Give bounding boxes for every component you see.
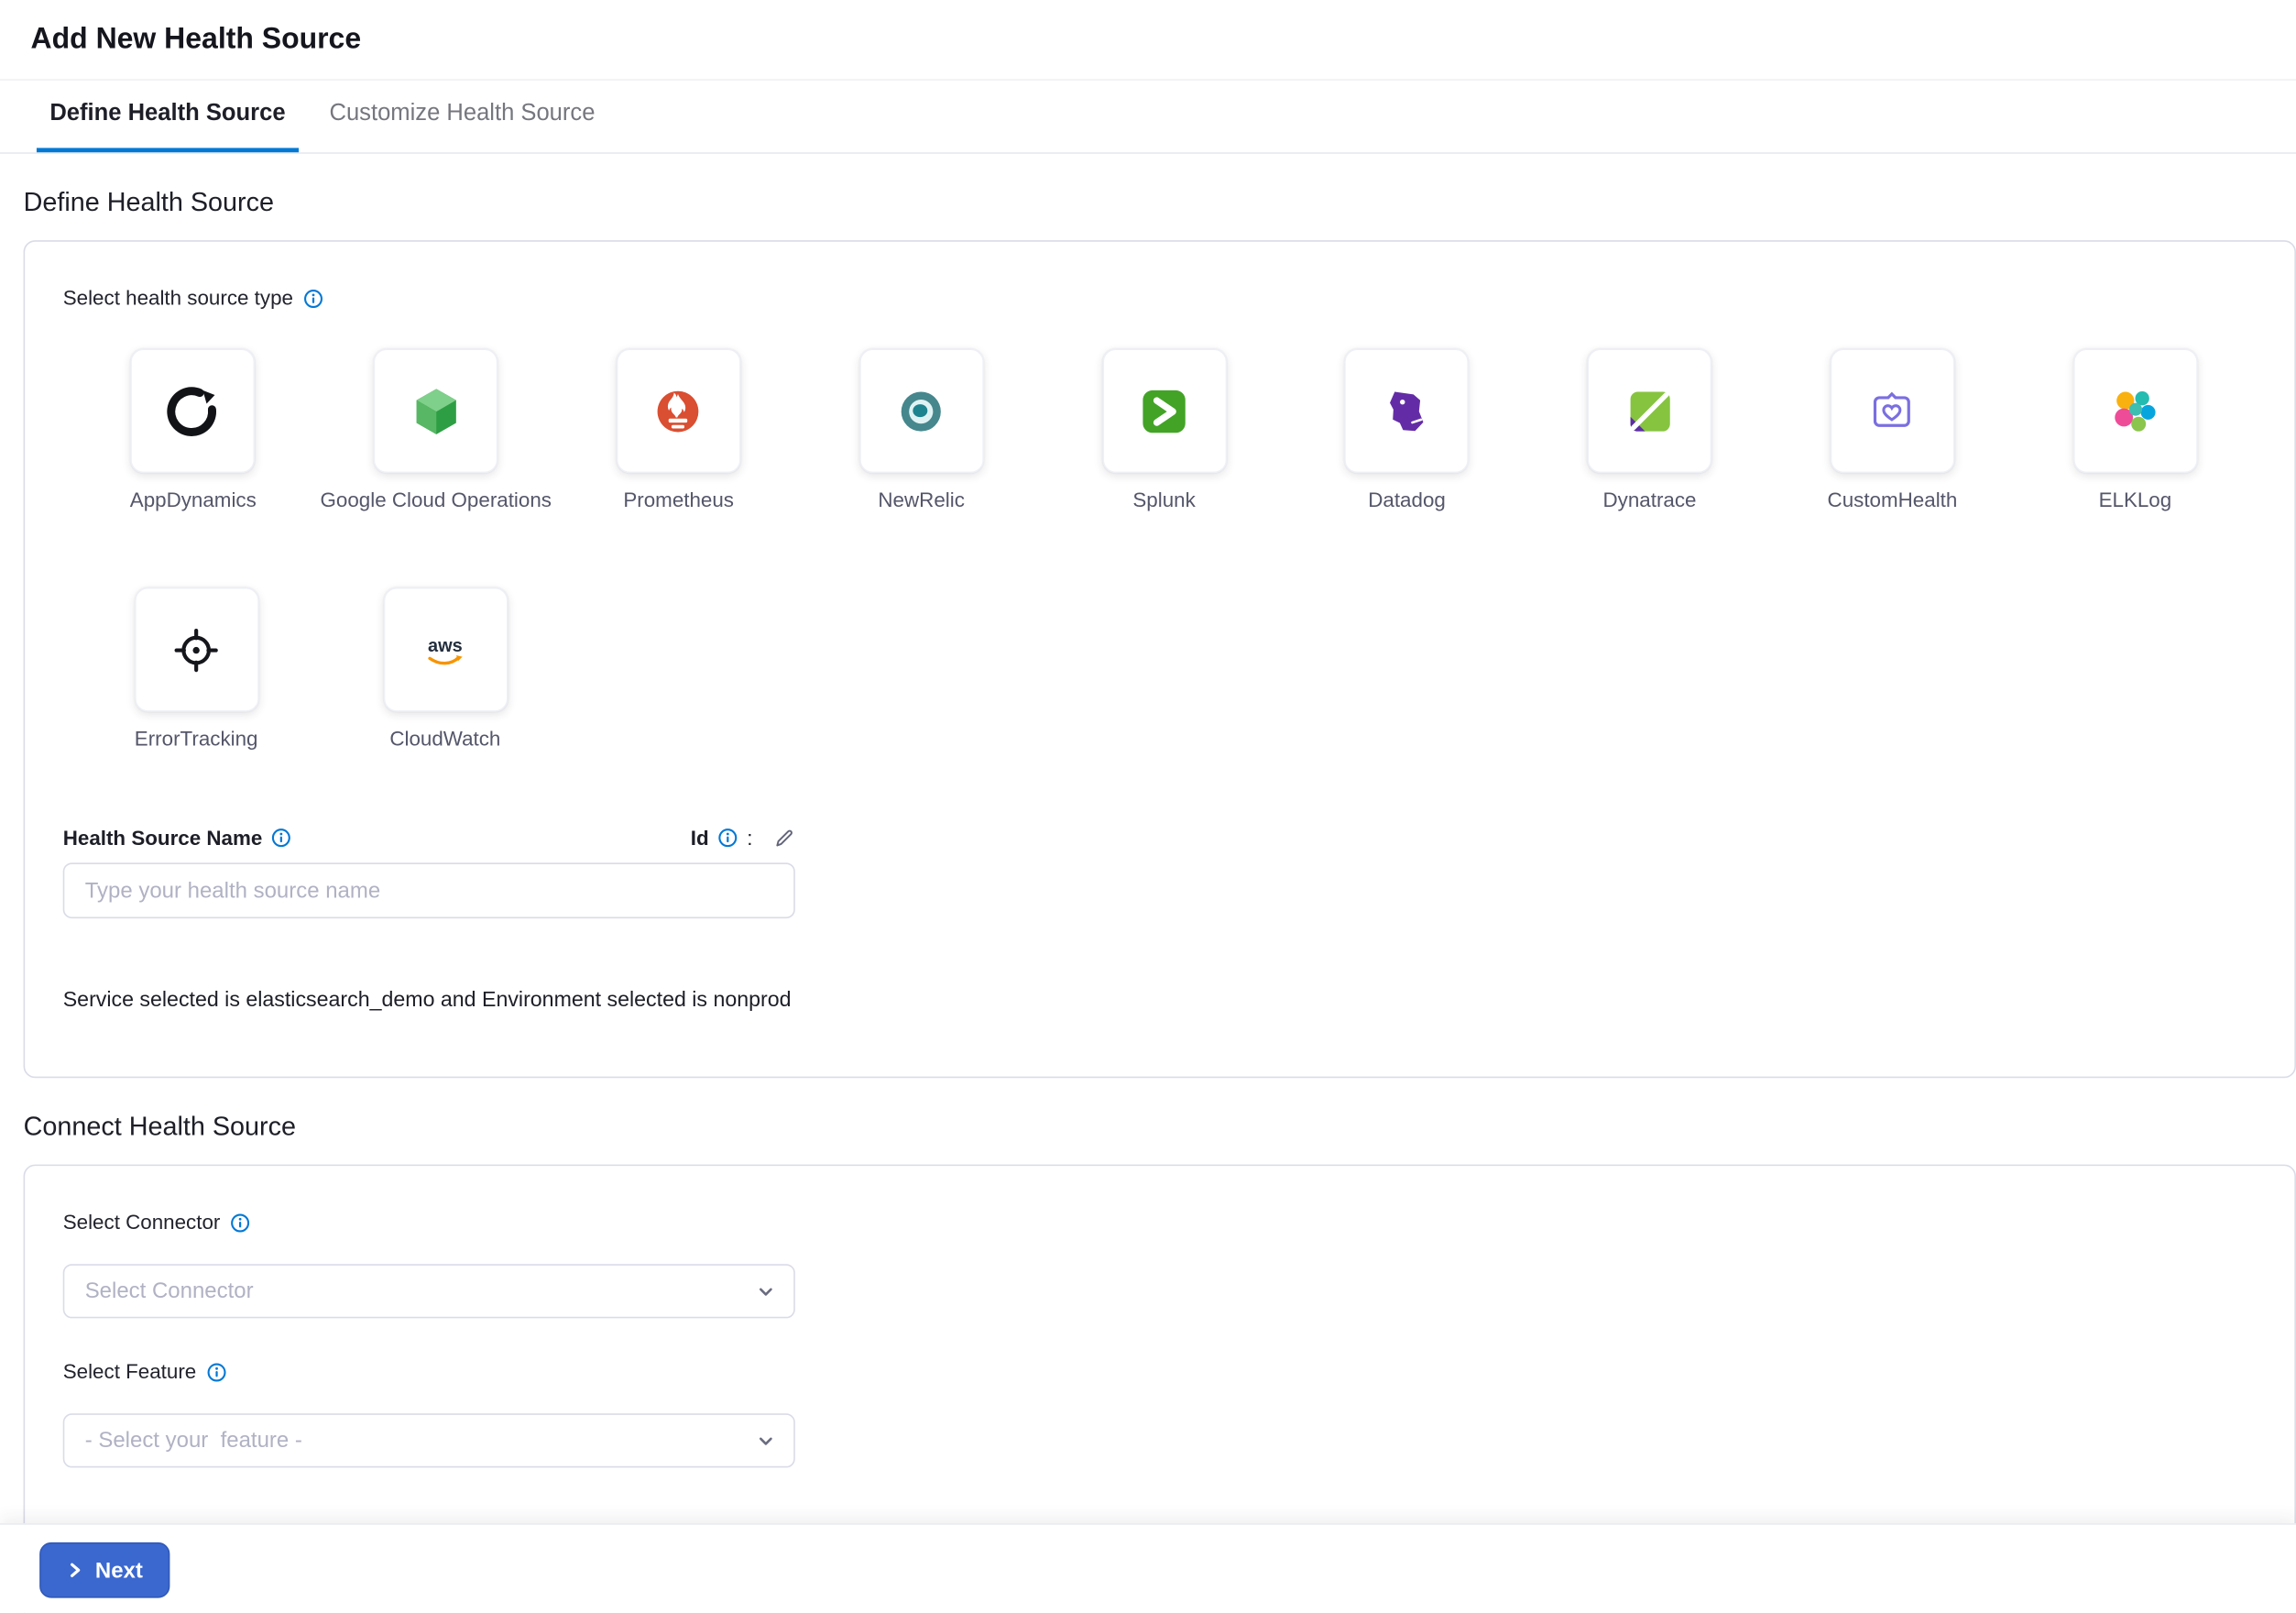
svg-text:aws: aws xyxy=(428,636,463,656)
selection-note: Service selected is elasticsearch_demo a… xyxy=(63,989,2257,1013)
source-type-grid-row-2: ErrorTracking aws CloudWatch xyxy=(71,587,2257,751)
source-type-label: Select health source type xyxy=(63,286,293,311)
add-health-source-dialog: Add New Health Source Define Health Sour… xyxy=(0,0,2296,1613)
tile-label: AppDynamics xyxy=(130,488,257,511)
splunk-icon xyxy=(1102,348,1227,473)
health-source-tile-dynatrace[interactable]: Dynatrace xyxy=(1528,348,1771,511)
tile-label: ELKLog xyxy=(2099,488,2172,511)
next-button[interactable]: Next xyxy=(39,1542,169,1598)
health-source-tile-errortracking[interactable]: ErrorTracking xyxy=(71,587,321,751)
tab-customize-health-source[interactable]: Customize Health Source xyxy=(316,81,608,152)
info-icon[interactable] xyxy=(231,1212,251,1233)
datadog-icon xyxy=(1345,348,1470,473)
health-source-tile-appdynamics[interactable]: AppDynamics xyxy=(71,348,314,511)
health-source-tile-google-cloud-operations[interactable]: Google Cloud Operations xyxy=(314,348,557,511)
errortracking-icon xyxy=(134,587,258,712)
info-icon[interactable] xyxy=(303,288,323,308)
select-feature-label: Select Feature xyxy=(63,1359,197,1384)
health-source-tile-datadog[interactable]: Datadog xyxy=(1285,348,1528,511)
health-source-tile-cloudwatch[interactable]: aws CloudWatch xyxy=(321,587,570,751)
tile-label: Datadog xyxy=(1368,488,1446,511)
tab-bar: Define Health Source Customize Health So… xyxy=(0,81,2296,154)
newrelic-icon xyxy=(859,348,984,473)
tile-label: CloudWatch xyxy=(389,727,500,751)
define-health-source-card: Select health source type AppDynamics xyxy=(24,240,2296,1078)
edit-pencil-icon[interactable] xyxy=(773,827,795,849)
health-source-name-row: Health Source Name Id : xyxy=(63,827,795,850)
connector-select[interactable] xyxy=(63,1264,795,1318)
prometheus-icon xyxy=(617,348,741,473)
tile-label: Splunk xyxy=(1132,488,1195,511)
source-type-grid-row-1: AppDynamics Google Cloud Operations Prom… xyxy=(71,348,2257,511)
feature-select[interactable] xyxy=(63,1413,795,1467)
dialog-footer: Next xyxy=(0,1523,2296,1612)
select-connector-label: Select Connector xyxy=(63,1210,221,1234)
health-source-name-label: Health Source Name xyxy=(63,827,263,850)
feature-select-input[interactable] xyxy=(63,1413,795,1467)
tile-label: NewRelic xyxy=(878,488,964,511)
health-source-tile-prometheus[interactable]: Prometheus xyxy=(557,348,800,511)
info-icon[interactable] xyxy=(717,828,738,848)
appdynamics-icon xyxy=(131,348,256,473)
connector-select-input[interactable] xyxy=(63,1264,795,1318)
tile-label: Dynatrace xyxy=(1603,488,1697,511)
tile-label: Google Cloud Operations xyxy=(320,488,552,511)
cloudwatch-icon: aws xyxy=(383,587,508,712)
id-separator: : xyxy=(747,827,752,850)
source-type-label-row: Select health source type xyxy=(63,286,2257,311)
connector-label-row: Select Connector xyxy=(63,1210,2257,1234)
health-source-tile-elklog[interactable]: ELKLog xyxy=(2014,348,2257,511)
tab-define-health-source[interactable]: Define Health Source xyxy=(37,81,299,152)
elklog-icon xyxy=(2072,348,2197,473)
info-icon[interactable] xyxy=(206,1362,226,1382)
google-cloud-operations-icon xyxy=(374,348,498,473)
id-label: Id xyxy=(691,827,709,850)
info-icon[interactable] xyxy=(271,828,291,848)
connect-section-heading: Connect Health Source xyxy=(24,1112,2296,1143)
next-button-label: Next xyxy=(95,1558,143,1583)
chevron-right-icon xyxy=(66,1562,83,1579)
page-title: Add New Health Source xyxy=(31,23,362,57)
tile-label: Prometheus xyxy=(623,488,734,511)
customhealth-icon xyxy=(1831,348,1955,473)
health-source-tile-newrelic[interactable]: NewRelic xyxy=(800,348,1043,511)
dynatrace-icon xyxy=(1588,348,1712,473)
health-source-tile-customhealth[interactable]: CustomHealth xyxy=(1771,348,2014,511)
feature-label-row: Select Feature xyxy=(63,1359,2257,1384)
id-label-group: Id : xyxy=(691,827,795,850)
dialog-header: Add New Health Source xyxy=(0,0,2296,81)
health-source-name-input[interactable] xyxy=(63,863,795,919)
tile-label: CustomHealth xyxy=(1828,488,1958,511)
health-source-tile-splunk[interactable]: Splunk xyxy=(1043,348,1285,511)
health-source-name-label-group: Health Source Name xyxy=(63,827,292,850)
tile-label: ErrorTracking xyxy=(135,727,258,751)
define-section-heading: Define Health Source xyxy=(24,188,2296,219)
dialog-content: Define Health Source Select health sourc… xyxy=(0,188,2296,1613)
